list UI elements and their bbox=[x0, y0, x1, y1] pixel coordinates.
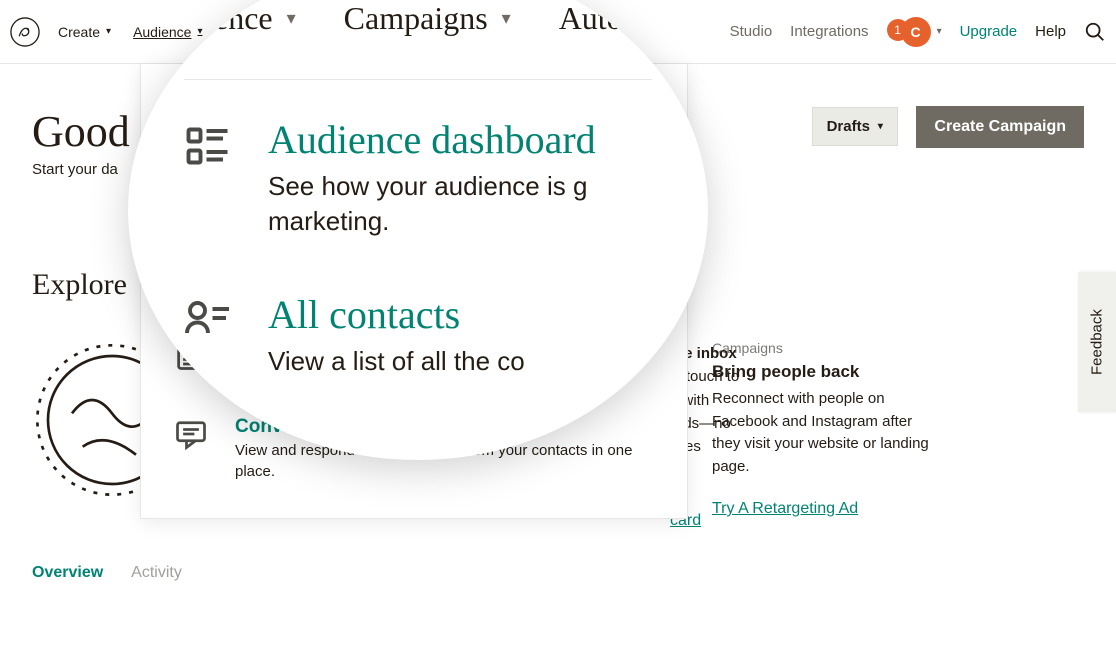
create-campaign-button[interactable]: Create Campaign bbox=[916, 106, 1084, 148]
lens-nav-campaigns: Campaigns ▾ bbox=[344, 0, 511, 37]
lens-nav: ence ▾ Campaigns ▾ Auton bbox=[184, 0, 652, 37]
lens-item-audience-dashboard: Audience dashboard See how your audience… bbox=[184, 116, 652, 239]
contacts-icon bbox=[184, 291, 240, 379]
tab-overview[interactable]: Overview bbox=[32, 564, 103, 582]
chevron-down-icon: ▾ bbox=[937, 26, 942, 37]
lens-item-all-contacts: All contacts View a list of all the co bbox=[184, 291, 652, 379]
nav-audience[interactable]: Audience ▾ bbox=[125, 18, 210, 46]
greeting-sub: Start your da bbox=[32, 161, 130, 178]
chevron-down-icon: ▾ bbox=[502, 8, 511, 29]
avatar: C bbox=[901, 17, 931, 47]
card-fragment: the inbox al touch to g with ards—no sse… bbox=[670, 342, 840, 530]
tab-activity[interactable]: Activity bbox=[131, 564, 182, 582]
tabs: Overview Activity bbox=[32, 564, 1084, 582]
chevron-down-icon: ▾ bbox=[878, 121, 883, 132]
lens-desc: View a list of all the co bbox=[268, 344, 525, 379]
chevron-down-icon: ▾ bbox=[287, 8, 296, 29]
feedback-tab[interactable]: Feedback bbox=[1078, 272, 1116, 412]
lens-title: Audience dashboard bbox=[268, 116, 652, 163]
chevron-down-icon: ▾ bbox=[106, 26, 111, 37]
account-menu[interactable]: 1 C ▾ bbox=[887, 17, 942, 47]
dashboard-icon bbox=[184, 116, 240, 239]
drafts-button[interactable]: Drafts ▾ bbox=[812, 107, 898, 146]
chevron-down-icon: ▾ bbox=[197, 26, 202, 37]
nav-upgrade[interactable]: Upgrade bbox=[960, 23, 1018, 40]
drafts-label: Drafts bbox=[827, 118, 870, 135]
nav-audience-label: Audience bbox=[133, 24, 191, 40]
mailchimp-logo[interactable] bbox=[6, 13, 44, 51]
nav-studio[interactable]: Studio bbox=[730, 23, 773, 40]
nav-help[interactable]: Help bbox=[1035, 23, 1066, 40]
lens-desc: See how your audience is g marketing. bbox=[268, 169, 652, 239]
search-icon[interactable] bbox=[1084, 21, 1106, 43]
lens-title: All contacts bbox=[268, 291, 525, 338]
nav-create-label: Create bbox=[58, 24, 100, 40]
nav-integrations[interactable]: Integrations bbox=[790, 23, 868, 40]
greeting-heading: Good bbox=[32, 106, 130, 157]
nav-create[interactable]: Create ▾ bbox=[50, 18, 119, 46]
conversations-icon bbox=[169, 416, 213, 482]
nav-right: Studio Integrations 1 C ▾ Upgrade Help bbox=[730, 17, 1106, 47]
